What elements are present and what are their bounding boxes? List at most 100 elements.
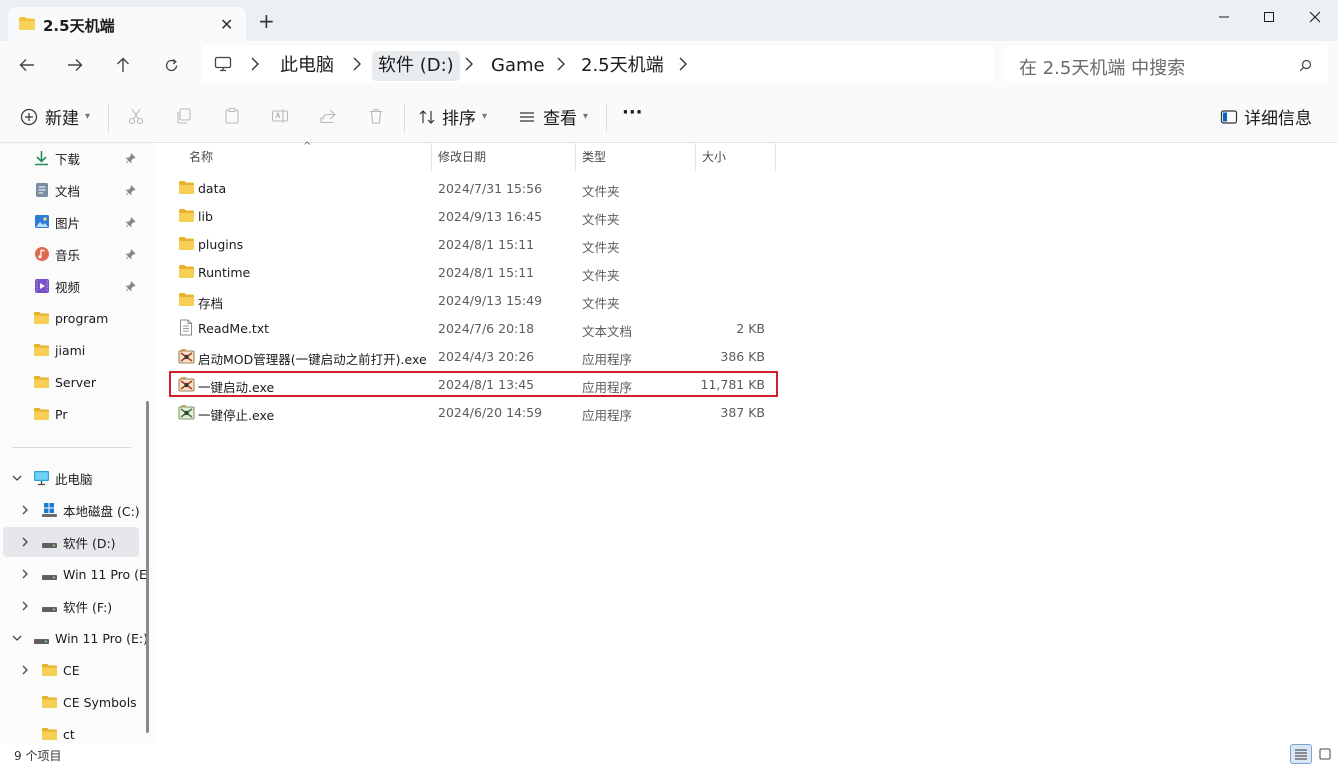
sidebar-item-ce-symbols[interactable]: CE Symbols <box>0 687 140 717</box>
sidebar-item-drive-d[interactable]: 软件 (D:) <box>3 527 139 557</box>
close-window-button[interactable] <box>1300 7 1330 27</box>
minimize-button[interactable] <box>1209 7 1239 27</box>
sidebar-item-jiami[interactable]: jiami <box>0 335 140 365</box>
sidebar-item-downloads[interactable]: 下载 <box>0 143 140 173</box>
pin-icon[interactable] <box>125 280 136 295</box>
sidebar-item-ce[interactable]: CE <box>0 655 140 685</box>
column-header-date[interactable]: 修改日期 <box>438 143 574 170</box>
details-view-button[interactable] <box>1290 744 1312 764</box>
chevron-right-icon[interactable] <box>19 568 31 583</box>
new-tab-button[interactable]: + <box>258 11 275 31</box>
search-input[interactable]: 在 2.5天机端 中搜索 <box>1019 54 1185 80</box>
download-icon <box>34 150 49 169</box>
breadcrumb-this-pc[interactable]: 此电脑 <box>280 55 334 77</box>
chevron-right-icon[interactable] <box>19 600 31 615</box>
sidebar-item-pr[interactable]: Pr <box>0 399 140 429</box>
chevron-down-icon[interactable] <box>11 472 23 487</box>
sidebar-item-drive-c[interactable]: 本地磁盘 (C:) <box>0 495 140 525</box>
breadcrumb-current-folder[interactable]: 2.5天机端 <box>581 55 664 77</box>
copy-icon[interactable] <box>174 106 194 126</box>
file-row-readme[interactable]: ReadMe.txt 2024/7/6 20:18 文本文档 2 KB <box>169 314 779 342</box>
column-divider[interactable] <box>575 143 576 171</box>
maximize-button[interactable] <box>1254 7 1284 27</box>
sidebar-item-drive-e[interactable]: Win 11 Pro (E:) <box>0 623 148 653</box>
chevron-right-icon[interactable] <box>464 56 474 76</box>
up-button[interactable] <box>110 53 136 77</box>
folder-icon <box>178 292 195 310</box>
sidebar-item-program[interactable]: program <box>0 303 140 333</box>
sidebar-item-ct[interactable]: ct <box>0 719 140 744</box>
share-icon[interactable] <box>318 106 338 126</box>
file-row-one-click-stop[interactable]: 一键停止.exe 2024/6/20 14:59 应用程序 387 KB <box>169 398 779 426</box>
cut-icon[interactable] <box>126 106 146 126</box>
address-row: 此电脑 软件 (D:) Game 2.5天机端 在 2.5天机端 中搜索 <box>0 41 1338 87</box>
sidebar-item-label: CE <box>63 662 80 678</box>
chevron-right-icon[interactable] <box>556 56 566 76</box>
sidebar-item-label: 图片 <box>55 215 81 231</box>
file-row-plugins[interactable]: plugins 2024/8/1 15:11 文件夹 <box>169 230 779 258</box>
pin-icon[interactable] <box>125 248 136 263</box>
sidebar-item-this-pc[interactable]: 此电脑 <box>0 463 140 493</box>
toolbar-divider <box>108 104 109 132</box>
forward-button[interactable] <box>62 53 88 77</box>
column-divider[interactable] <box>695 143 696 171</box>
column-divider[interactable] <box>775 143 776 171</box>
sidebar-item-documents[interactable]: 文档 <box>0 175 140 205</box>
view-button[interactable]: 查看 ▾ <box>518 104 588 129</box>
pin-icon[interactable] <box>125 152 136 167</box>
chevron-right-icon[interactable] <box>19 504 31 519</box>
sidebar-divider <box>12 447 131 448</box>
chevron-right-icon[interactable] <box>19 536 31 551</box>
details-pane-button[interactable]: 详细信息 <box>1220 104 1312 129</box>
tiles-view-button[interactable] <box>1314 744 1336 764</box>
sidebar-item-label: program <box>55 310 109 326</box>
pin-icon[interactable] <box>125 216 136 231</box>
column-header-size[interactable]: 大小 <box>702 143 774 170</box>
sort-button[interactable]: 排序 ▾ <box>418 104 487 129</box>
close-tab-icon[interactable]: ✕ <box>220 15 233 34</box>
back-button[interactable] <box>14 53 40 77</box>
chevron-down-icon[interactable] <box>11 632 23 647</box>
chevron-right-icon[interactable] <box>250 56 260 76</box>
breadcrumb-drive-d[interactable]: 软件 (D:) <box>372 51 460 81</box>
file-name: 启动MOD管理器(一键启动之前打开).exe <box>198 352 427 367</box>
sidebar-item-drive-e-partial[interactable]: Win 11 Pro (E <box>0 559 147 589</box>
text-file-icon <box>179 319 193 339</box>
item-count: 9 个项目 <box>14 749 62 763</box>
file-row-runtime[interactable]: Runtime 2024/8/1 15:11 文件夹 <box>169 258 779 286</box>
sidebar-item-label: 软件 (D:) <box>63 535 116 551</box>
file-row-lib[interactable]: lib 2024/9/13 16:45 文件夹 <box>169 202 779 230</box>
sidebar-item-drive-f[interactable]: 软件 (F:) <box>0 591 140 621</box>
sidebar-scrollbar[interactable] <box>146 401 149 733</box>
pin-icon[interactable] <box>125 184 136 199</box>
tab-current-folder[interactable]: 2.5天机端 ✕ <box>8 7 246 41</box>
file-row-one-click-start[interactable]: 一键启动.exe 2024/8/1 13:45 应用程序 11,781 KB <box>169 370 779 398</box>
new-button[interactable]: 新建 ▾ <box>20 104 90 129</box>
more-options-button[interactable]: ··· <box>622 102 643 123</box>
address-bar[interactable]: 此电脑 软件 (D:) Game 2.5天机端 <box>202 45 994 83</box>
paste-icon[interactable] <box>222 106 242 126</box>
delete-icon[interactable] <box>366 106 386 126</box>
folder-icon <box>18 16 36 35</box>
file-row-saves[interactable]: 存档 2024/9/13 15:49 文件夹 <box>169 286 779 314</box>
chevron-right-icon[interactable] <box>19 664 31 679</box>
file-size: 11,781 KB <box>700 377 765 392</box>
refresh-button[interactable] <box>158 53 184 77</box>
chevron-right-icon[interactable] <box>352 56 362 76</box>
file-row-data[interactable]: data 2024/7/31 15:56 文件夹 <box>169 174 779 202</box>
chevron-right-icon[interactable] <box>678 56 688 76</box>
sidebar-item-music[interactable]: 音乐 <box>0 239 140 269</box>
column-header-type[interactable]: 类型 <box>582 143 694 170</box>
rename-icon[interactable] <box>270 106 290 126</box>
sidebar-item-server[interactable]: Server <box>0 367 140 397</box>
column-divider[interactable] <box>431 143 432 171</box>
drive-icon <box>41 602 58 617</box>
sidebar-item-label: Win 11 Pro (E <box>63 566 147 582</box>
sidebar-item-videos[interactable]: 视频 <box>0 271 140 301</box>
drive-icon <box>41 538 58 553</box>
file-row-mod-manager[interactable]: 启动MOD管理器(一键启动之前打开).exe 2024/4/3 20:26 应用… <box>169 342 779 370</box>
sidebar-item-pictures[interactable]: 图片 <box>0 207 140 237</box>
search-box[interactable]: 在 2.5天机端 中搜索 <box>1004 45 1328 83</box>
file-type: 文件夹 <box>582 240 620 255</box>
breadcrumb-game[interactable]: Game <box>491 55 545 77</box>
